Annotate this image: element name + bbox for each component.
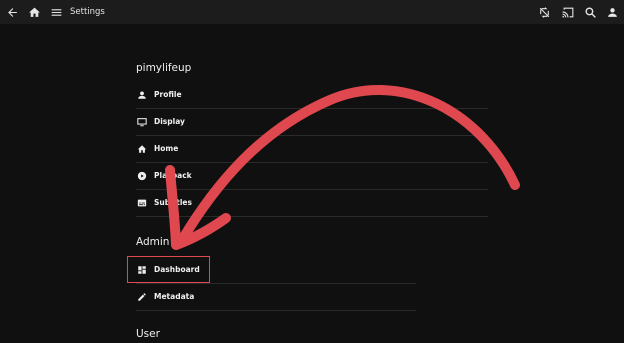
settings-item-label: Metadata [154, 292, 195, 301]
settings-item-metadata[interactable]: Metadata [136, 284, 416, 311]
section-title-user: User [136, 328, 160, 340]
person-icon [136, 89, 148, 101]
settings-item-profile[interactable]: Profile [136, 82, 488, 109]
settings-item-label: Profile [154, 90, 182, 99]
highlight-box [127, 256, 210, 283]
settings-item-subtitles[interactable]: Subtitles [136, 190, 488, 217]
pencil-icon [136, 291, 148, 303]
settings-item-label: Home [154, 144, 179, 153]
page-title: Settings [70, 7, 105, 17]
back-arrow-icon[interactable] [4, 4, 20, 20]
search-icon[interactable] [582, 4, 598, 20]
settings-item-playback[interactable]: Playback [136, 163, 488, 190]
monitor-icon [136, 116, 148, 128]
menu-icon[interactable] [48, 4, 64, 20]
settings-item-label: Subtitles [154, 198, 192, 207]
home-icon[interactable] [26, 4, 42, 20]
settings-item-display[interactable]: Display [136, 109, 488, 136]
sync-icon[interactable] [536, 4, 552, 20]
section-title-profile: pimylifeup [136, 62, 192, 74]
settings-item-home[interactable]: Home [136, 136, 488, 163]
cast-icon[interactable] [560, 4, 576, 20]
subtitles-icon [136, 197, 148, 209]
play-icon [136, 170, 148, 182]
home-icon [136, 143, 148, 155]
user-icon[interactable] [604, 4, 620, 20]
top-bar: Settings [0, 0, 624, 24]
settings-item-label: Display [154, 117, 185, 126]
section-title-admin: Admin [136, 236, 170, 248]
settings-item-label: Playback [154, 171, 192, 180]
